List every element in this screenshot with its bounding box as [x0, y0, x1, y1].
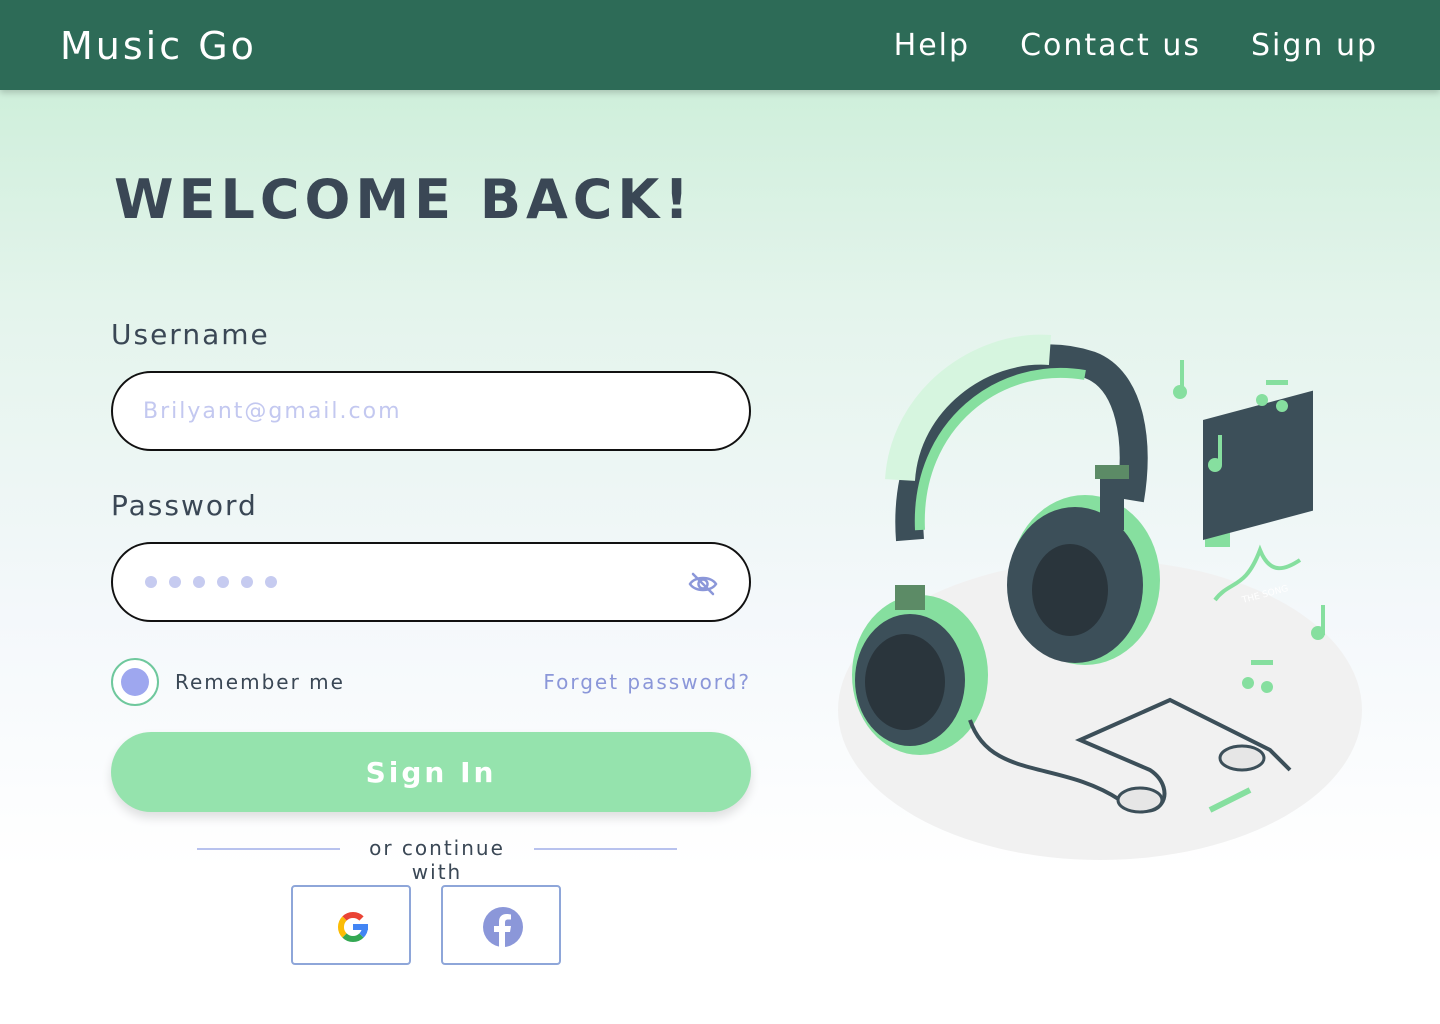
password-dot: [145, 576, 157, 588]
brand-logo[interactable]: Music Go: [60, 24, 257, 68]
top-navbar: Music Go Help Contact us Sign up: [0, 0, 1440, 90]
nav-signup-link[interactable]: Sign up: [1251, 28, 1378, 63]
sign-in-button[interactable]: Sign In: [111, 732, 751, 812]
username-field: [111, 371, 751, 451]
google-icon: [338, 911, 369, 942]
password-label: Password: [111, 489, 258, 522]
password-dot: [193, 576, 205, 588]
page-title: WELCOME BACK!: [114, 168, 694, 231]
nav-contact-link[interactable]: Contact us: [1020, 28, 1201, 63]
facebook-login-button[interactable]: [441, 885, 561, 965]
remember-me-label[interactable]: Remember me: [175, 670, 345, 694]
remember-me-radio[interactable]: [111, 658, 159, 706]
hide-password-icon[interactable]: [687, 568, 719, 600]
main-nav: Help Contact us Sign up: [894, 28, 1378, 63]
google-login-button[interactable]: [291, 885, 411, 965]
password-dot: [169, 576, 181, 588]
password-dot: [265, 576, 277, 588]
password-dots: [145, 576, 277, 588]
nav-help-link[interactable]: Help: [894, 28, 970, 63]
facebook-icon: [483, 907, 523, 947]
divider-line-left: [197, 848, 340, 850]
headphones-illustration: THE SONG: [838, 334, 1362, 860]
password-dot: [241, 576, 253, 588]
username-label: Username: [111, 318, 270, 351]
username-input[interactable]: [143, 373, 663, 449]
password-dot: [217, 576, 229, 588]
password-field[interactable]: [111, 542, 751, 622]
divider-text: or continue with: [369, 836, 505, 884]
forgot-password-link[interactable]: Forget password?: [543, 670, 751, 694]
divider-line-right: [534, 848, 677, 850]
